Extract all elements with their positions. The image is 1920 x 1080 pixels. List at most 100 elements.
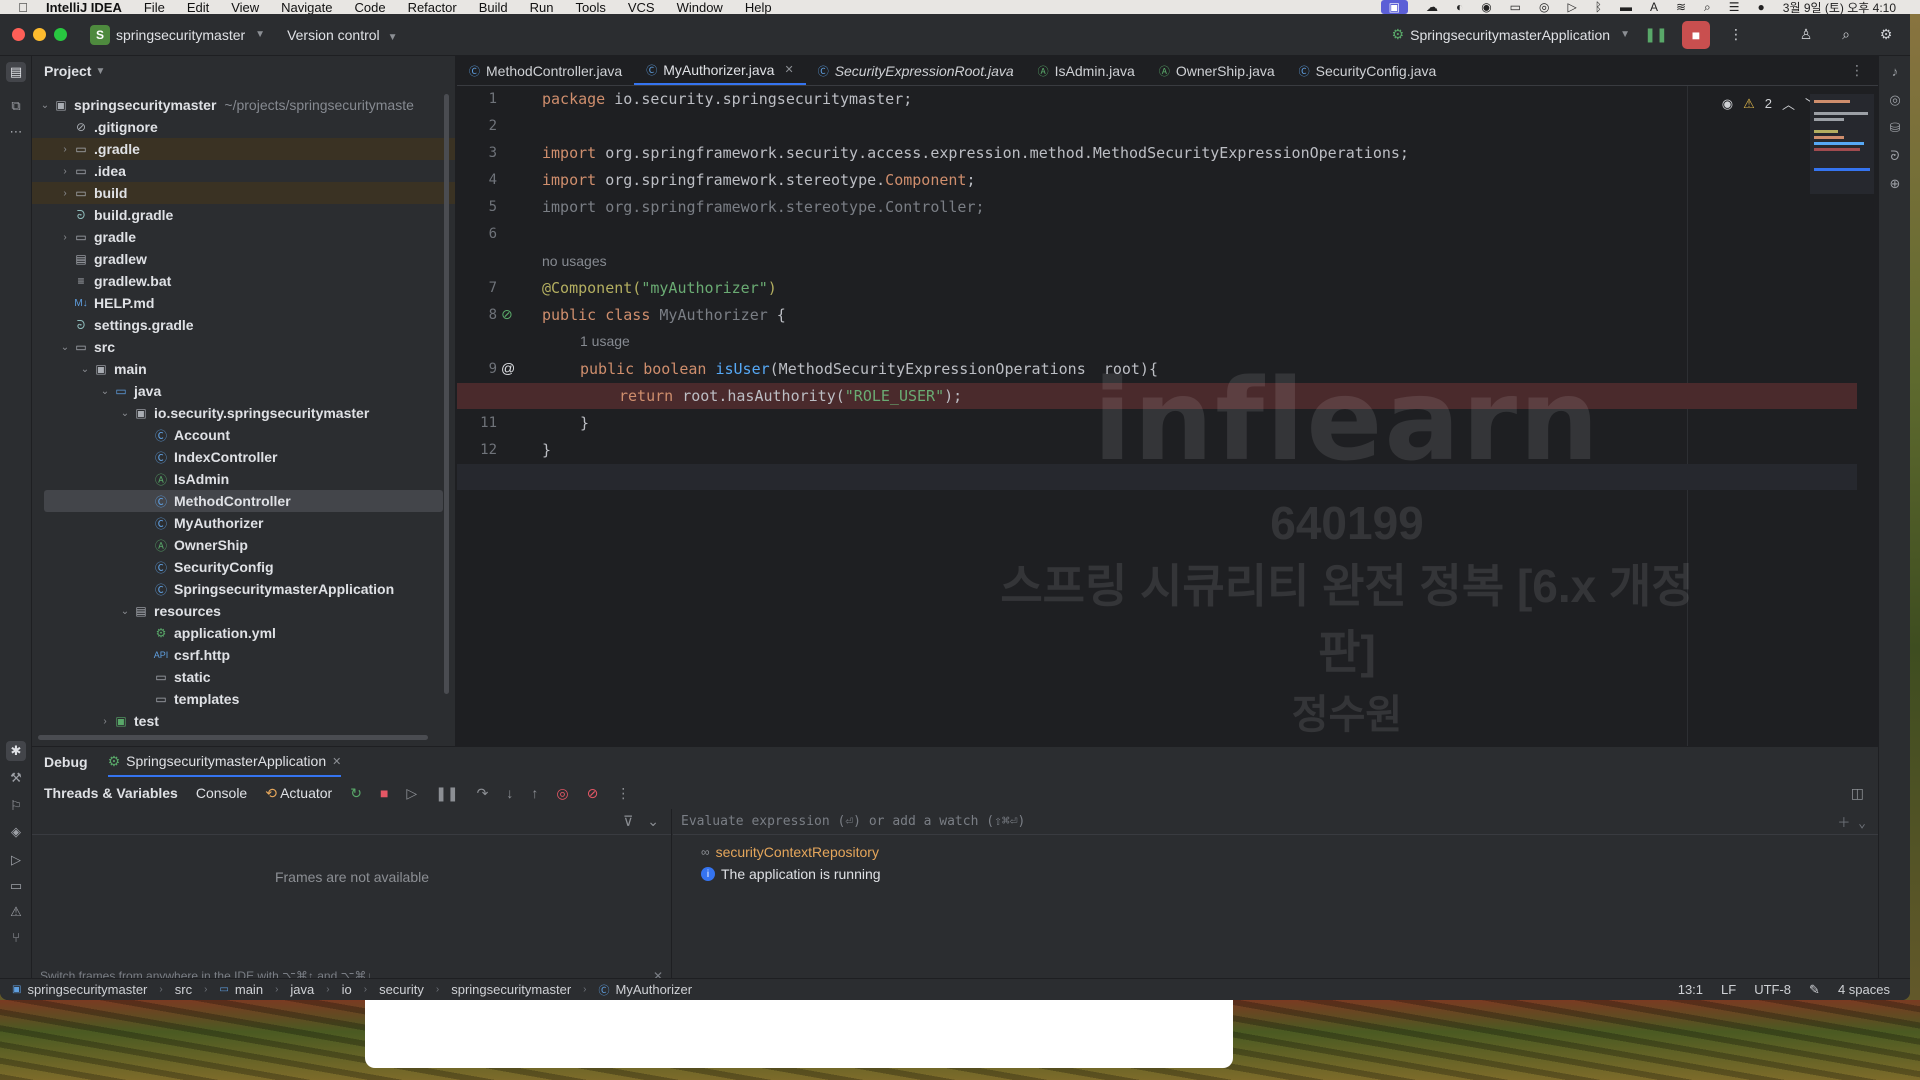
more-options-icon[interactable]: ⋮ xyxy=(616,785,630,802)
build-tool-icon[interactable]: ⚒ xyxy=(6,768,26,788)
tree-item[interactable]: Ⓒ SpringsecuritymasterApplication xyxy=(32,578,455,600)
menu-refactor[interactable]: Refactor xyxy=(408,0,457,14)
project-switcher[interactable]: S springsecuritymaster ▼ xyxy=(90,24,265,45)
layout-icon[interactable]: ◫ xyxy=(1851,785,1878,802)
search-everywhere-icon[interactable]: ⌕ xyxy=(1832,21,1860,49)
tabs-more-icon[interactable]: ⋮ xyxy=(1836,56,1878,85)
menu-tools[interactable]: Tools xyxy=(575,0,605,14)
filter-icon[interactable]: ⊽ xyxy=(623,813,633,830)
debug-session-tab[interactable]: ⚙ SpringsecuritymasterApplication ✕ xyxy=(107,747,342,777)
previous-highlight-icon[interactable]: ︿ xyxy=(1782,94,1795,113)
more-tools-icon[interactable]: ⋯ xyxy=(6,122,26,142)
collapsed-arrow-icon[interactable]: › xyxy=(58,188,72,199)
tree-item[interactable]: › ▭ gradle xyxy=(32,226,455,248)
menu-navigate[interactable]: Navigate xyxy=(281,0,332,14)
tree-item[interactable]: Ⓒ Account xyxy=(32,424,455,446)
tree-item[interactable]: ⌄ ▣ springsecuritymaster ~/projects/spri… xyxy=(32,94,455,116)
input-source-icon[interactable]: A xyxy=(1650,0,1658,14)
collapsed-arrow-icon[interactable]: › xyxy=(98,716,112,727)
tree-item[interactable]: Ⓐ OwnerShip xyxy=(32,534,455,556)
stop-icon[interactable]: ■ xyxy=(380,785,388,801)
tab-actuator[interactable]: ⟲ Actuator xyxy=(265,785,332,802)
tree-item[interactable]: ▤ gradlew xyxy=(32,248,455,270)
tree-item[interactable]: ᘒ build.gradle xyxy=(32,204,455,226)
tab-security-config[interactable]: Ⓒ SecurityConfig.java xyxy=(1287,56,1449,85)
tree-item[interactable]: M↓ HELP.md xyxy=(32,292,455,314)
minimize-window-button[interactable] xyxy=(33,28,46,41)
run-configuration-selector[interactable]: ⚙ SpringsecuritymasterApplication ▼ xyxy=(1392,26,1630,43)
services-tool-icon[interactable]: ⚐ xyxy=(6,796,26,816)
tree-item[interactable]: API csrf.http xyxy=(32,644,455,666)
code-area[interactable]: package io.security.springsecuritymaster… xyxy=(457,86,1857,746)
expanded-arrow-icon[interactable]: ⌄ xyxy=(118,408,132,419)
step-out-icon[interactable]: ↑ xyxy=(531,785,538,801)
indent-setting[interactable]: 4 spaces xyxy=(1838,982,1890,998)
tab-my-authorizer[interactable]: Ⓒ MyAuthorizer.java ✕ xyxy=(634,56,806,85)
tab-security-expression-root[interactable]: Ⓒ SecurityExpressionRoot.java xyxy=(806,56,1026,85)
tree-item[interactable]: › ▭ .gradle xyxy=(32,138,455,160)
variable-row[interactable]: ∞ securityContextRepository xyxy=(673,841,1878,863)
tree-item[interactable]: ▭ templates xyxy=(32,688,455,710)
menu-run[interactable]: Run xyxy=(530,0,554,14)
tree-item[interactable]: ⌄ ▤ resources xyxy=(32,600,455,622)
expanded-arrow-icon[interactable]: ⌄ xyxy=(98,386,112,397)
git-tool-icon[interactable]: ⑂ xyxy=(6,928,26,948)
view-breakpoints-icon[interactable]: ◎ xyxy=(556,785,568,802)
usage-hint[interactable]: no usages xyxy=(542,250,607,272)
step-over-icon[interactable]: ↷ xyxy=(477,785,489,802)
tree-item[interactable]: › ▣ test xyxy=(32,710,455,732)
bluetooth-icon[interactable]: ᛒ xyxy=(1595,0,1602,14)
control-center-icon[interactable]: ☰ xyxy=(1729,0,1740,14)
collapsed-arrow-icon[interactable]: › xyxy=(58,232,72,243)
tab-threads-variables[interactable]: Threads & Variables xyxy=(44,785,178,801)
breadcrumb-item[interactable]: MyAuthorizer xyxy=(616,982,693,997)
project-panel-header[interactable]: Project ▼ xyxy=(32,56,455,86)
rerun-icon[interactable]: ↻ xyxy=(350,785,362,802)
gradle-tool-icon[interactable]: ᘒ xyxy=(1885,146,1905,166)
project-tool-icon[interactable]: ▤ xyxy=(6,62,26,82)
menu-view[interactable]: View xyxy=(231,0,259,14)
structure-tool-icon[interactable]: ⧉ xyxy=(6,96,26,116)
tree-item[interactable]: Ⓒ MyAuthorizer xyxy=(32,512,455,534)
run-tool-icon[interactable]: ▷ xyxy=(6,850,26,870)
app-menu[interactable]: IntelliJ IDEA xyxy=(46,0,122,14)
stop-button[interactable]: ■ xyxy=(1682,20,1710,49)
pause-icon[interactable]: ❚❚ xyxy=(1642,21,1670,49)
vpn-icon[interactable]: ◐ xyxy=(1456,0,1463,14)
problems-tool-icon[interactable]: ⚠ xyxy=(6,902,26,922)
line-separator[interactable]: LF xyxy=(1721,982,1736,998)
tree-item[interactable]: › ▭ .idea xyxy=(32,160,455,182)
expanded-arrow-icon[interactable]: ⌄ xyxy=(58,342,72,353)
play-icon[interactable]: ▷ xyxy=(1568,0,1577,14)
tree-item[interactable]: Ⓐ IsAdmin xyxy=(32,468,455,490)
close-window-button[interactable] xyxy=(12,28,25,41)
implements-icon[interactable]: @ xyxy=(501,360,515,376)
tree-vertical-scrollbar[interactable] xyxy=(444,94,449,694)
more-actions-icon[interactable]: ⋮ xyxy=(1722,21,1750,49)
tree-item[interactable]: › ▭ build xyxy=(32,182,455,204)
tree-item[interactable]: Ⓒ SecurityConfig xyxy=(32,556,455,578)
spotlight-icon[interactable]: ⌕ xyxy=(1704,0,1711,14)
close-tab-icon[interactable]: ✕ xyxy=(784,63,793,76)
tree-item[interactable]: ᘒ settings.gradle xyxy=(32,314,455,336)
vcs-widget[interactable]: Version control ▼ xyxy=(287,27,397,43)
layers-tool-icon[interactable]: ◈ xyxy=(6,822,26,842)
tree-item[interactable]: ⌄ ▣ io.security.springsecuritymaster xyxy=(32,402,455,424)
add-watch-icon[interactable]: ＋ ⌄ xyxy=(1837,812,1878,831)
expanded-arrow-icon[interactable]: ⌄ xyxy=(118,606,132,617)
siri-icon[interactable]: ● xyxy=(1758,0,1765,14)
breadcrumb-item[interactable]: security xyxy=(379,982,424,997)
bean-icon[interactable]: ⊘ xyxy=(501,306,513,323)
message-icon[interactable]: ▭ xyxy=(1510,0,1521,14)
menu-help[interactable]: Help xyxy=(745,0,772,14)
tree-item[interactable]: ⌄ ▭ java xyxy=(32,380,455,402)
terminal-tool-icon[interactable]: ▭ xyxy=(6,876,26,896)
breadcrumb-item[interactable]: io xyxy=(342,982,352,997)
evaluate-expression-input[interactable]: Evaluate expression (⏎) or add a watch (… xyxy=(673,809,1878,835)
tree-item[interactable]: ⌄ ▭ src xyxy=(32,336,455,358)
menu-window[interactable]: Window xyxy=(677,0,723,14)
collapsed-arrow-icon[interactable]: › xyxy=(58,166,72,177)
tab-ownership[interactable]: Ⓐ OwnerShip.java xyxy=(1147,56,1287,85)
tree-item[interactable]: ⌄ ▣ main xyxy=(32,358,455,380)
editor-gutter[interactable]: 1 2 3 4 5 6 7 8 ⊘ 9 @ 11 12 13 xyxy=(457,86,532,746)
